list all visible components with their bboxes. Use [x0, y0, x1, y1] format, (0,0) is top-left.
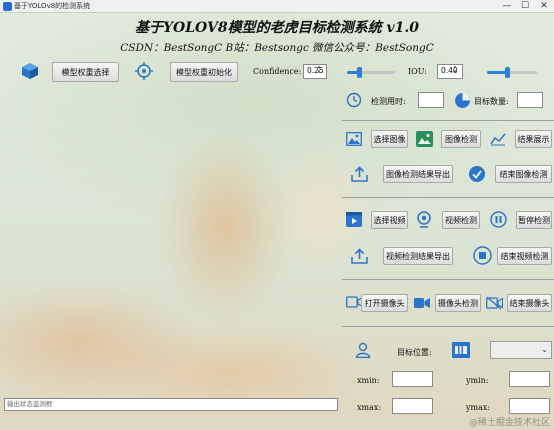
- count-value-field: [517, 92, 543, 108]
- ymax-label: ymax:: [466, 403, 491, 412]
- open-camera-button[interactable]: 打开摄像头: [361, 294, 408, 312]
- ymax-field: [509, 398, 550, 414]
- iou-slider[interactable]: [487, 67, 537, 78]
- target-position-label: 目标位置:: [397, 348, 432, 357]
- confidence-slider[interactable]: [347, 67, 395, 78]
- ymin-field: [509, 371, 550, 387]
- show-result-button[interactable]: 结果展示: [515, 130, 552, 148]
- webcam-icon: [417, 211, 431, 228]
- confidence-spinbox[interactable]: 0.25: [303, 64, 327, 79]
- pie-chart-icon: [455, 93, 470, 108]
- xmin-field: [392, 371, 433, 387]
- camera-off-icon: [486, 296, 503, 310]
- xmax-label: xmax:: [357, 403, 382, 412]
- iou-slider-fill: [487, 71, 507, 74]
- stop-icon: [473, 246, 492, 265]
- maximize-button[interactable]: ☐: [516, 0, 534, 12]
- upload-icon: [351, 166, 368, 182]
- divider: [342, 326, 554, 327]
- target-select-dropdown[interactable]: ⌄: [490, 341, 552, 359]
- video-camera-icon: [414, 298, 430, 308]
- iou-label: IOU:: [408, 67, 427, 76]
- divider: [342, 120, 554, 121]
- video-detect-button[interactable]: 视频检测: [442, 211, 480, 229]
- window-title: 基于YOLOv8的检测系统: [14, 2, 91, 10]
- minimize-button[interactable]: —: [498, 0, 516, 12]
- chevron-down-icon: ⌄: [541, 345, 548, 354]
- camera-detect-button[interactable]: 摄像头检测: [435, 294, 481, 312]
- image-detect-button[interactable]: 图像检测: [441, 130, 481, 148]
- watermark: @稀土掘金技术社区: [468, 418, 550, 428]
- clock-icon: [346, 92, 362, 108]
- image-detect-icon: [416, 131, 433, 147]
- pause-icon: [490, 211, 507, 228]
- cube-icon: [22, 63, 38, 79]
- xmin-label: xmin:: [357, 376, 380, 385]
- export-image-result-button[interactable]: 图像检测结果导出: [383, 165, 453, 183]
- select-model-button[interactable]: 模型权重选择: [52, 62, 119, 82]
- divider: [342, 197, 554, 198]
- iou-slider-handle[interactable]: [505, 67, 510, 78]
- check-circle-icon: [469, 166, 485, 182]
- app-title: 基于YOLOV8模型的老虎目标检测系统 v1.0: [135, 20, 419, 36]
- init-model-button[interactable]: 模型权重初始化: [170, 62, 238, 82]
- time-value-field: [418, 92, 444, 108]
- confidence-label: Confidence:: [253, 67, 302, 76]
- confidence-slider-handle[interactable]: [357, 67, 362, 78]
- video-file-icon: [346, 212, 362, 227]
- user-location-icon: [355, 342, 371, 358]
- app-icon: [3, 2, 12, 11]
- time-label: 检测用时:: [371, 97, 406, 106]
- upload-icon: [351, 248, 368, 264]
- window-titlebar: 基于YOLOv8的检测系统 — ☐ ✕: [0, 0, 554, 13]
- end-image-detect-button[interactable]: 结束图像检测: [495, 165, 552, 183]
- iou-spinbox[interactable]: 0.40: [437, 64, 463, 79]
- line-chart-icon: [490, 133, 506, 146]
- list-detail-icon: [452, 342, 470, 358]
- select-image-button[interactable]: 选择图像: [371, 130, 408, 148]
- status-output-box[interactable]: 输出状态监测框: [4, 398, 338, 411]
- target-icon: [135, 62, 153, 80]
- ymin-label: ymin:: [466, 376, 489, 385]
- select-video-button[interactable]: 选择视频: [371, 211, 408, 229]
- pause-detect-button[interactable]: 暂停检测: [516, 211, 552, 229]
- end-video-detect-button[interactable]: 结束视频检测: [497, 247, 552, 265]
- close-button[interactable]: ✕: [535, 0, 553, 12]
- app-subtitle: CSDN：BestSongC B站：Bestsongc 微信公众号：BestSo…: [120, 42, 434, 54]
- image-icon: [346, 132, 362, 146]
- divider: [342, 279, 554, 280]
- export-video-result-button[interactable]: 视频检测结果导出: [383, 247, 453, 265]
- end-camera-button[interactable]: 结束摄像头: [507, 294, 552, 312]
- count-label: 目标数量:: [474, 97, 509, 106]
- xmax-field: [392, 398, 433, 414]
